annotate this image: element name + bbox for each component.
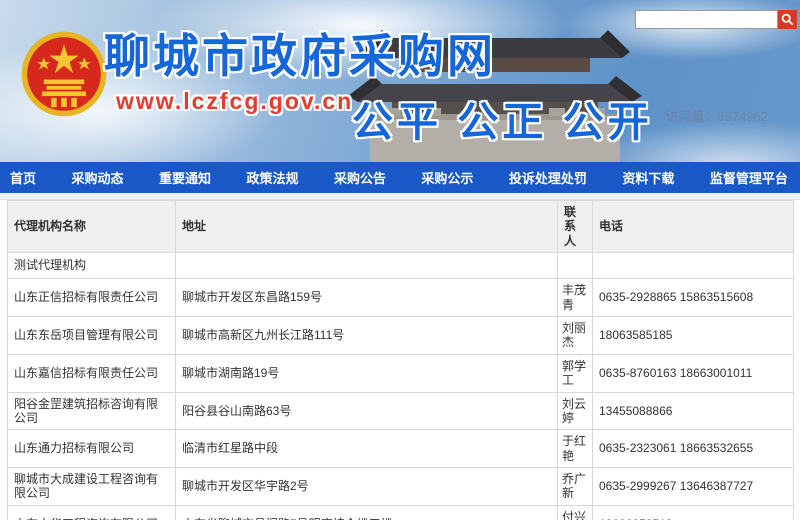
search-icon xyxy=(781,13,794,26)
phone-cell: 13455088866 xyxy=(593,392,794,430)
column-header: 电话 xyxy=(593,201,794,253)
main-nav: 首页 采购动态 重要通知 政策法规 采购公告 采购公示 投诉处理处罚 资料下载 … xyxy=(0,162,800,193)
phone-cell: 0635-2928865 15863515608 xyxy=(593,279,794,317)
phone-cell xyxy=(593,253,794,279)
nav-item[interactable]: 采购公告 xyxy=(334,168,386,187)
nav-item[interactable]: 采购动态 xyxy=(71,168,123,187)
table-header-row: 代理机构名称 地址 联系人 电话 xyxy=(8,201,794,253)
nav-item[interactable]: 首页 xyxy=(10,168,36,187)
contact-cell xyxy=(558,253,593,279)
address-cell: 山东省聊城市昌润路5号明康综合楼五楼 xyxy=(176,505,558,520)
agency-name-cell: 阳谷金罡建筑招标咨询有限公司 xyxy=(8,392,176,430)
address-cell: 阳谷县谷山南路63号 xyxy=(176,392,558,430)
table-row: 山东东岳项目管理有限公司 聊城市高新区九州长江路111号 刘丽杰 1806358… xyxy=(8,316,794,354)
contact-cell: 郭学工 xyxy=(558,354,593,392)
nav-item[interactable]: 监督管理平台 xyxy=(710,168,788,187)
address-cell: 聊城市开发区华宇路2号 xyxy=(176,468,558,506)
table-row: 山东大华工程咨询有限公司 山东省聊城市昌润路5号明康综合楼五楼 付兴杰 1360… xyxy=(8,505,794,520)
phone-cell: 0635-2323061 18663532655 xyxy=(593,430,794,468)
address-cell xyxy=(176,253,558,279)
phone-cell: 0635-8760163 18663001011 xyxy=(593,354,794,392)
contact-cell: 刘云婷 xyxy=(558,392,593,430)
nav-item[interactable]: 投诉处理处罚 xyxy=(509,168,587,187)
contact-cell: 于红艳 xyxy=(558,430,593,468)
table-row: 测试代理机构 xyxy=(8,253,794,279)
nav-item[interactable]: 重要通知 xyxy=(159,168,211,187)
table-row: 阳谷金罡建筑招标咨询有限公司 阳谷县谷山南路63号 刘云婷 1345508886… xyxy=(8,392,794,430)
nav-divider-strip xyxy=(0,193,800,200)
agency-name-cell: 山东东岳项目管理有限公司 xyxy=(8,316,176,354)
agency-table: 代理机构名称 地址 联系人 电话 测试代理机构 山 xyxy=(7,200,794,520)
contact-cell: 乔广新 xyxy=(558,468,593,506)
column-header: 地址 xyxy=(176,201,558,253)
agency-name-cell: 聊城市大成建设工程咨询有限公司 xyxy=(8,468,176,506)
national-emblem-icon xyxy=(18,26,110,122)
agency-name-cell: 山东通力招标有限公司 xyxy=(8,430,176,468)
site-url: www.lczfcg.gov.cn xyxy=(116,88,353,115)
agency-name-cell: 山东嘉信招标有限责任公司 xyxy=(8,354,176,392)
address-cell: 临清市红星路中段 xyxy=(176,430,558,468)
search-input[interactable] xyxy=(635,10,778,29)
table-row: 聊城市大成建设工程咨询有限公司 聊城市开发区华宇路2号 乔广新 0635-299… xyxy=(8,468,794,506)
contact-cell: 刘丽杰 xyxy=(558,316,593,354)
column-header: 代理机构名称 xyxy=(8,201,176,253)
nav-item[interactable]: 采购公示 xyxy=(421,168,473,187)
column-header: 联系人 xyxy=(558,201,593,253)
search-button[interactable] xyxy=(778,10,797,29)
address-cell: 聊城市开发区东昌路159号 xyxy=(176,279,558,317)
table-row: 山东通力招标有限公司 临清市红星路中段 于红艳 0635-2323061 186… xyxy=(8,430,794,468)
contact-cell: 付兴杰 xyxy=(558,505,593,520)
nav-item[interactable]: 政策法规 xyxy=(246,168,298,187)
agency-name-cell: 山东大华工程咨询有限公司 xyxy=(8,505,176,520)
phone-cell: 0635-2999267 13646387727 xyxy=(593,468,794,506)
table-row: 山东正信招标有限责任公司 聊城市开发区东昌路159号 丰茂青 0635-2928… xyxy=(8,279,794,317)
table-row: 山东嘉信招标有限责任公司 聊城市湖南路19号 郭学工 0635-8760163 … xyxy=(8,354,794,392)
nav-item[interactable]: 资料下载 xyxy=(622,168,674,187)
site-slogan: 公平 公正 公开 xyxy=(352,88,653,148)
contact-cell: 丰茂青 xyxy=(558,279,593,317)
visit-counter: 访问量：8574962 xyxy=(665,106,768,125)
phone-cell: 13606358513 xyxy=(593,505,794,520)
address-cell: 聊城市高新区九州长江路111号 xyxy=(176,316,558,354)
address-cell: 聊城市湖南路19号 xyxy=(176,354,558,392)
search-bar xyxy=(635,10,797,29)
agency-name-cell: 测试代理机构 xyxy=(8,253,176,279)
agency-name-cell: 山东正信招标有限责任公司 xyxy=(8,279,176,317)
site-banner: 聊城市政府采购网 www.lczfcg.gov.cn 公平 公正 公开 访问量：… xyxy=(0,0,800,162)
site-title: 聊城市政府采购网 xyxy=(104,20,524,86)
phone-cell: 18063585185 xyxy=(593,316,794,354)
page: 聊城市政府采购网 www.lczfcg.gov.cn 公平 公正 公开 访问量：… xyxy=(0,0,800,520)
